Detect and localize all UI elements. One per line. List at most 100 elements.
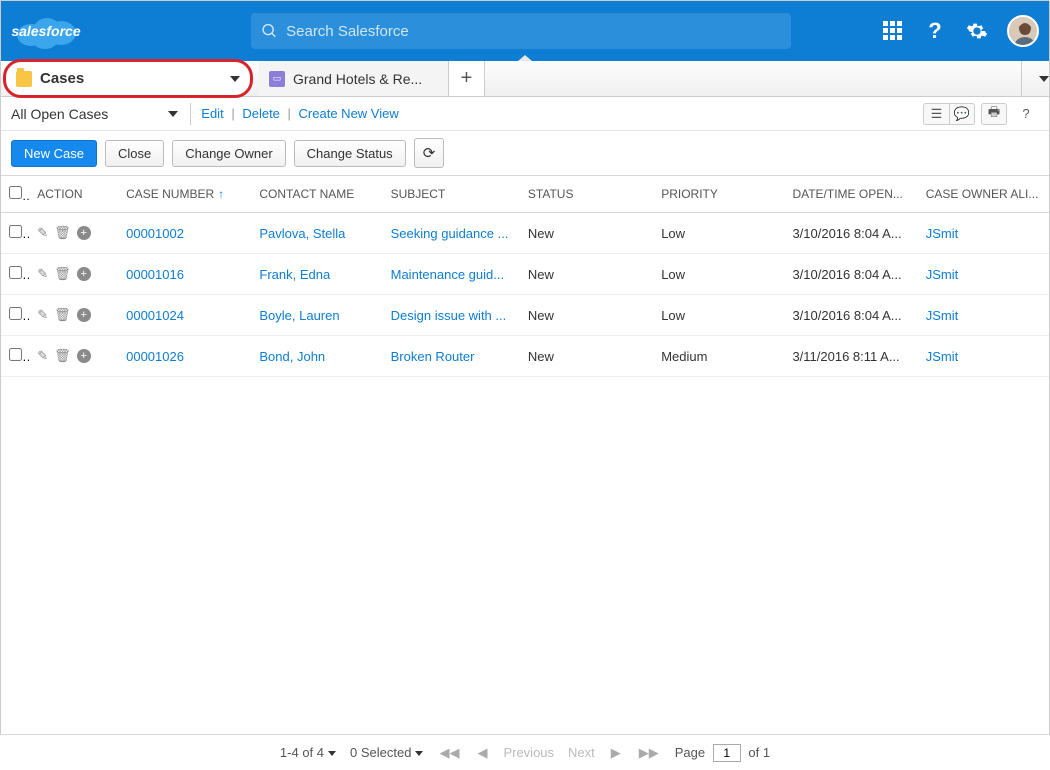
tab-cases-label: Cases <box>40 70 84 87</box>
cases-table: ACTION CASE NUMBER↑ CONTACT NAME SUBJECT… <box>1 176 1049 377</box>
owner-link[interactable]: JSmit <box>926 226 959 241</box>
tab-account-label: Grand Hotels & Re... <box>293 71 422 87</box>
list-view-picker[interactable]: All Open Cases <box>11 103 191 125</box>
contact-link[interactable]: Boyle, Lauren <box>259 308 339 323</box>
next-page-icon[interactable]: ▶ <box>609 745 623 761</box>
date-cell: 3/10/2016 8:04 A... <box>784 254 917 295</box>
col-contact-name[interactable]: CONTACT NAME <box>251 176 382 213</box>
tab-cases[interactable]: Cases <box>3 59 253 98</box>
row-checkbox[interactable] <box>9 225 22 238</box>
row-actions: ✎ 🗑 + <box>37 225 110 241</box>
salesforce-logo: salesforce <box>11 7 81 55</box>
add-icon[interactable]: + <box>77 349 91 363</box>
list-view-icon[interactable]: ☰ <box>923 103 949 125</box>
setup-gear-icon[interactable] <box>965 19 989 43</box>
help-icon[interactable]: ? <box>923 19 947 43</box>
app-launcher-icon[interactable] <box>881 19 905 43</box>
row-checkbox[interactable] <box>9 266 22 279</box>
subject-link[interactable]: Design issue with ... <box>391 308 507 323</box>
search-input[interactable] <box>286 23 781 40</box>
edit-view-link[interactable]: Edit <box>201 106 223 121</box>
owner-link[interactable]: JSmit <box>926 349 959 364</box>
col-case-number[interactable]: CASE NUMBER↑ <box>118 176 251 213</box>
row-checkbox[interactable] <box>9 348 22 361</box>
subject-link[interactable]: Maintenance guid... <box>391 267 504 282</box>
print-icon[interactable]: 🖶 <box>981 103 1007 125</box>
add-icon[interactable]: + <box>77 308 91 322</box>
global-header: salesforce ? <box>1 1 1049 61</box>
owner-link[interactable]: JSmit <box>926 267 959 282</box>
search-box[interactable] <box>251 13 791 49</box>
row-checkbox[interactable] <box>9 307 22 320</box>
edit-icon[interactable]: ✎ <box>37 348 48 364</box>
case-number-link[interactable]: 00001024 <box>126 308 184 323</box>
selected-count[interactable]: 0 Selected <box>350 745 423 760</box>
col-subject[interactable]: SUBJECT <box>383 176 520 213</box>
next-label: Next <box>568 745 595 760</box>
pagination-footer: 1-4 of 4 0 Selected ◀◀ ◀ Previous Next ▶… <box>0 734 1050 770</box>
search-icon <box>261 22 278 40</box>
delete-icon[interactable]: 🗑 <box>54 348 71 364</box>
edit-icon[interactable]: ✎ <box>37 225 48 241</box>
contact-link[interactable]: Pavlova, Stella <box>259 226 345 241</box>
delete-icon[interactable]: 🗑 <box>54 225 71 241</box>
previous-label: Previous <box>503 745 554 760</box>
col-date-opened[interactable]: DATE/TIME OPEN... <box>784 176 917 213</box>
logo-text: salesforce <box>11 23 80 39</box>
caret-down-icon <box>1039 76 1049 82</box>
col-action: ACTION <box>29 176 118 213</box>
list-view-bar: All Open Cases Edit | Delete | Create Ne… <box>1 97 1049 131</box>
table-row: ✎ 🗑 +00001024 Boyle, Lauren Design issue wit… <box>1 295 1049 336</box>
header-icons: ? <box>881 15 1039 47</box>
help-icon[interactable]: ? <box>1013 103 1039 125</box>
case-number-link[interactable]: 00001026 <box>126 349 184 364</box>
col-case-owner[interactable]: CASE OWNER ALI... <box>918 176 1049 213</box>
col-priority[interactable]: PRIORITY <box>653 176 784 213</box>
feed-view-icon[interactable]: 💬 <box>949 103 975 125</box>
page-input[interactable] <box>713 744 741 762</box>
add-icon[interactable]: + <box>77 267 91 281</box>
list-view-links: Edit | Delete | Create New View <box>201 106 398 121</box>
delete-icon[interactable]: 🗑 <box>54 266 71 282</box>
date-cell: 3/10/2016 8:04 A... <box>784 295 917 336</box>
delete-icon[interactable]: 🗑 <box>54 307 71 323</box>
tab-pointer-icon <box>518 55 532 61</box>
first-page-icon[interactable]: ◀◀ <box>437 745 461 761</box>
caret-down-icon[interactable] <box>230 76 240 82</box>
status-cell: New <box>520 254 653 295</box>
contact-link[interactable]: Bond, John <box>259 349 325 364</box>
table-row: ✎ 🗑 +00001016 Frank, Edna Maintenance guid..… <box>1 254 1049 295</box>
case-number-link[interactable]: 00001016 <box>126 267 184 282</box>
close-case-button[interactable]: Close <box>105 140 164 167</box>
add-tab-button[interactable]: + <box>449 61 485 96</box>
subject-link[interactable]: Broken Router <box>391 349 475 364</box>
record-range[interactable]: 1-4 of 4 <box>280 745 336 760</box>
create-view-link[interactable]: Create New View <box>299 106 399 121</box>
prev-page-icon[interactable]: ◀ <box>475 745 489 761</box>
status-cell: New <box>520 336 653 377</box>
col-status[interactable]: STATUS <box>520 176 653 213</box>
select-all-header[interactable] <box>1 176 29 213</box>
last-page-icon[interactable]: ▶▶ <box>637 745 661 761</box>
change-status-button[interactable]: Change Status <box>294 140 406 167</box>
priority-cell: Low <box>653 254 784 295</box>
contact-link[interactable]: Frank, Edna <box>259 267 330 282</box>
tabs-overflow[interactable] <box>1021 61 1049 96</box>
owner-link[interactable]: JSmit <box>926 308 959 323</box>
new-case-button[interactable]: New Case <box>11 140 97 167</box>
edit-icon[interactable]: ✎ <box>37 266 48 282</box>
action-bar: New Case Close Change Owner Change Statu… <box>1 131 1049 175</box>
list-view-name: All Open Cases <box>11 106 108 122</box>
case-number-link[interactable]: 00001002 <box>126 226 184 241</box>
add-icon[interactable]: + <box>77 226 91 240</box>
user-avatar[interactable] <box>1007 15 1039 47</box>
subject-link[interactable]: Seeking guidance ... <box>391 226 509 241</box>
refresh-button[interactable]: ⟳ <box>414 138 445 168</box>
delete-view-link[interactable]: Delete <box>242 106 280 121</box>
select-all-checkbox[interactable] <box>9 186 22 199</box>
search-container <box>251 13 791 49</box>
tab-account[interactable]: ▭ Grand Hotels & Re... <box>259 61 449 96</box>
edit-icon[interactable]: ✎ <box>37 307 48 323</box>
change-owner-button[interactable]: Change Owner <box>172 140 285 167</box>
workspace-tabs: Cases ▭ Grand Hotels & Re... + <box>1 61 1049 97</box>
